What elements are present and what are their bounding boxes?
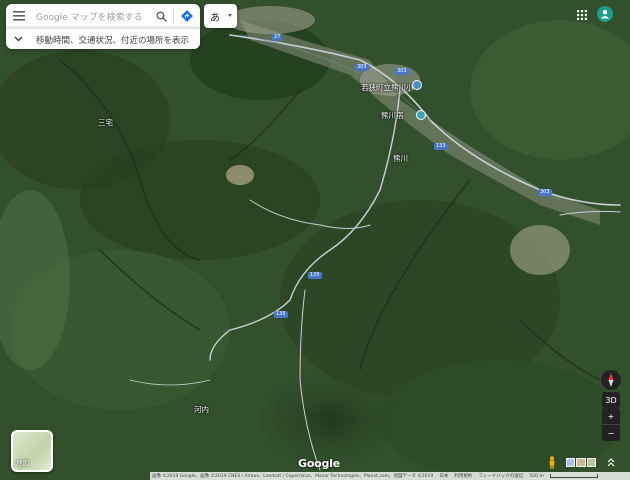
terms-link[interactable]: 利用規約 — [454, 473, 472, 479]
zoom-in-button[interactable]: + — [602, 408, 620, 425]
hint-text[interactable]: 移動時間、交通状況、付近の場所を表示 — [36, 34, 189, 46]
satellite-map[interactable] — [0, 0, 630, 480]
place-label-school[interactable]: 若狭町立熊川小 — [361, 82, 414, 93]
scale-bar — [549, 474, 598, 478]
divider — [173, 8, 174, 24]
3d-toggle-button[interactable]: 3D — [602, 392, 620, 408]
google-logo: Google — [298, 457, 341, 470]
imagery-thumbnails[interactable] — [566, 458, 596, 467]
search-input[interactable]: Google マップを検索する — [36, 10, 143, 23]
menu-icon[interactable] — [11, 9, 27, 23]
zoom-out-button[interactable]: − — [602, 425, 620, 441]
route-shield: 135 — [274, 311, 288, 318]
tourist-poi-icon[interactable] — [416, 110, 426, 120]
place-label-kumagawa-shuku[interactable]: 熊川宿 — [381, 110, 404, 121]
dropdown-arrow-icon — [228, 14, 232, 17]
imagery-thumb[interactable] — [586, 458, 596, 467]
scale-label[interactable]: 500 m — [529, 474, 543, 479]
place-label-sanbo[interactable]: 三宅 — [98, 117, 113, 128]
route-shield: 303 — [355, 64, 369, 71]
directions-icon[interactable] — [180, 9, 194, 23]
language-label: あ — [210, 13, 220, 24]
account-icon[interactable] — [597, 6, 613, 22]
place-label-kumagawa[interactable]: 熊川 — [393, 153, 408, 164]
footer-bar: 画像 ©2019 Google、画像 ©2019 CNES / Airbus、L… — [150, 472, 630, 480]
school-poi-icon[interactable] — [412, 80, 422, 90]
layer-label: 地図 — [16, 459, 29, 467]
input-language-button[interactable]: あ — [204, 4, 237, 28]
layer-switcher[interactable]: 地図 — [11, 430, 53, 472]
imagery-thumb[interactable] — [566, 458, 576, 467]
expand-icon[interactable] — [604, 455, 618, 469]
imagery-thumb[interactable] — [576, 458, 586, 467]
chevron-down-icon[interactable] — [12, 33, 24, 45]
route-shield: 27 — [272, 34, 283, 41]
apps-icon[interactable] — [575, 8, 589, 22]
feedback-link[interactable]: フィードバックの送信 — [478, 473, 523, 479]
search-icon[interactable] — [154, 9, 168, 23]
imagery-attribution: 画像 ©2019 Google、画像 ©2019 CNES / Airbus、L… — [152, 474, 434, 479]
search-box[interactable]: Google マップを検索する — [6, 4, 200, 28]
place-label-kawachi[interactable]: 河内 — [194, 404, 209, 415]
route-shield: 135 — [308, 272, 322, 279]
route-shield: 303 — [395, 68, 409, 75]
route-shield: 303 — [538, 189, 552, 196]
compass-icon[interactable] — [601, 370, 621, 390]
route-shield: 133 — [434, 143, 448, 150]
pegman-icon[interactable] — [547, 455, 557, 469]
country-link[interactable]: 日本 — [439, 473, 448, 479]
nearby-hint-bar[interactable]: 移動時間、交通状況、付近の場所を表示 — [6, 28, 200, 49]
